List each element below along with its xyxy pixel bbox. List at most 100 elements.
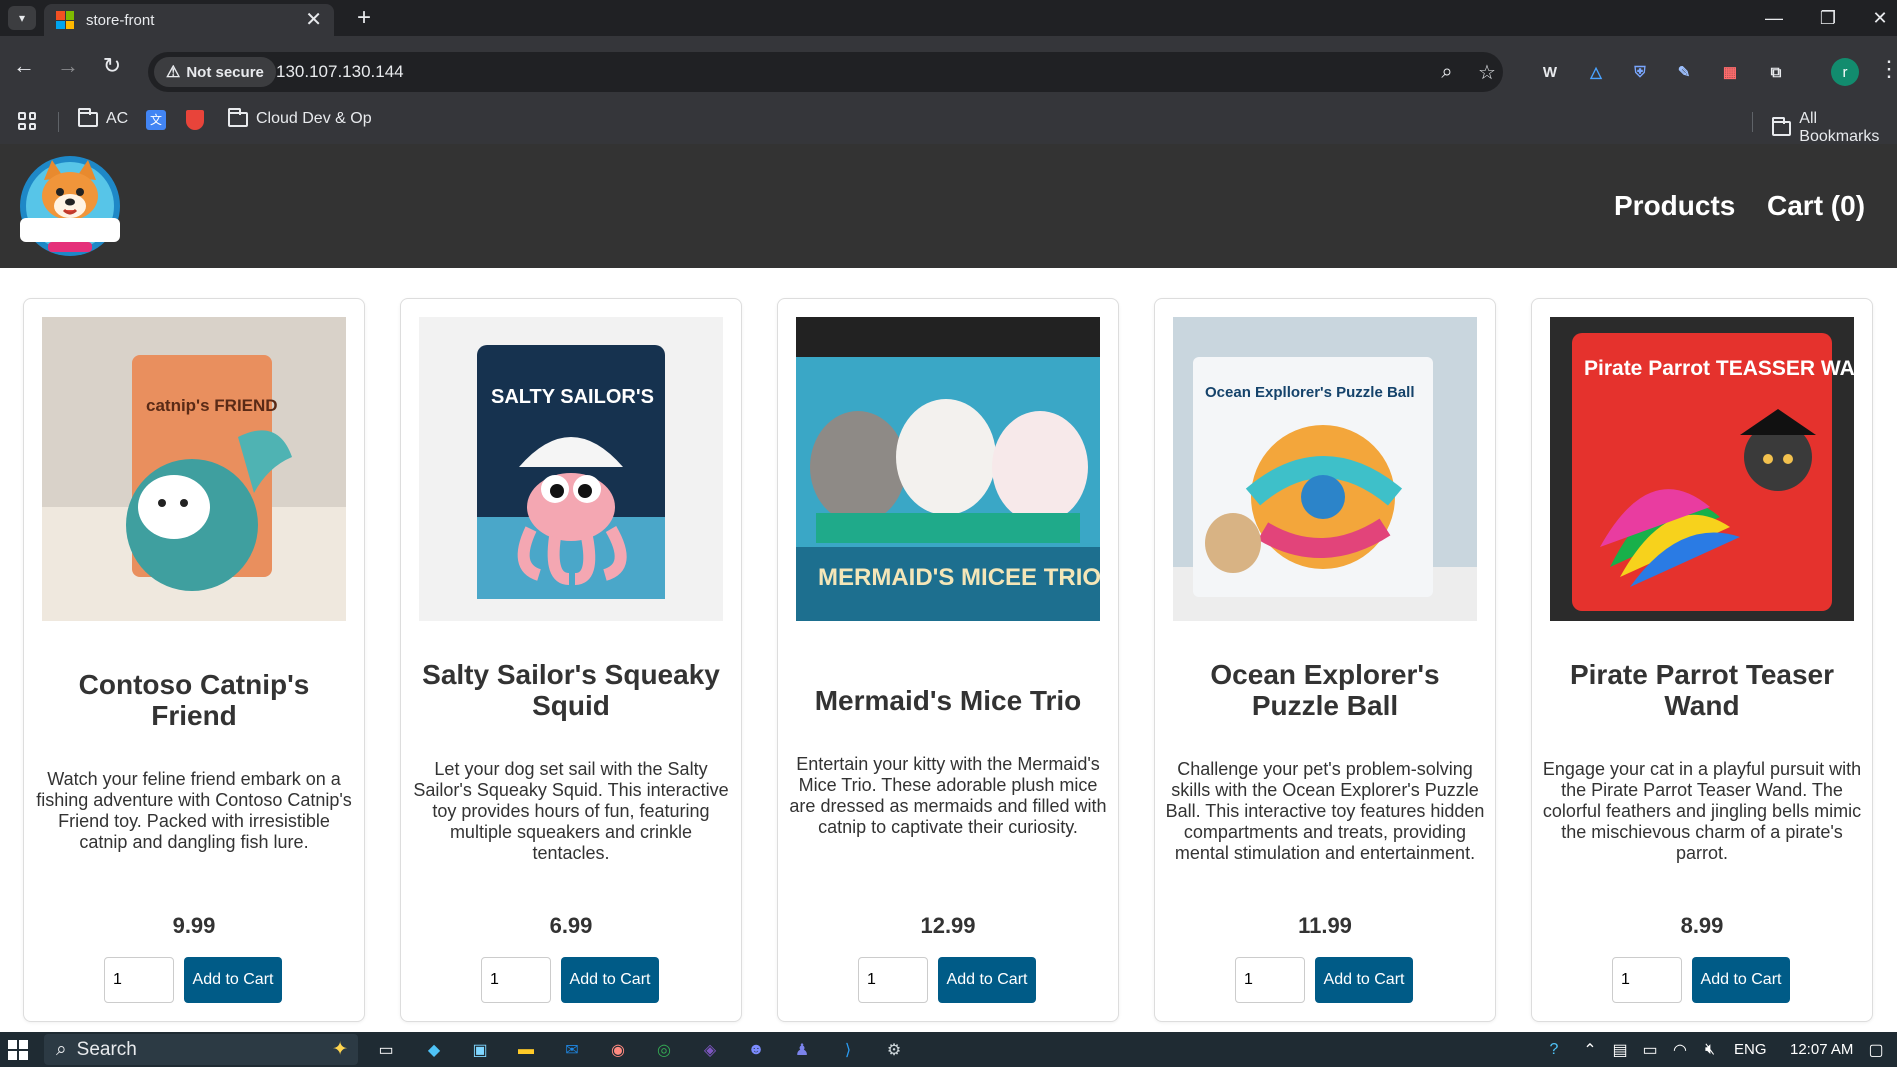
browser-tab-bar: ▾ store-front ✕ + — ❐ ✕ [0,0,1897,36]
battery-icon[interactable]: ▭ [1636,1036,1664,1064]
teams-icon[interactable]: ♟ [788,1036,816,1064]
quantity-input[interactable] [858,957,928,1003]
package-text: Pirate Parrot TEASSER WAND [1584,357,1854,380]
warning-triangle-icon: ⚠ [166,64,181,81]
more-menu-icon[interactable]: ⋮ [1878,56,1897,82]
app-badge-icon[interactable]: ◈ [696,1036,724,1064]
copilot-sparkle-icon: ✦ [332,1039,348,1060]
nav-cart[interactable]: Cart (0) [1767,190,1865,222]
product-info: Contoso Catnip's Friend Watch your felin… [34,621,354,901]
taskbar-search-label: Search [76,1038,137,1060]
product-price: 11.99 [1298,913,1352,938]
chrome-icon[interactable]: ◎ [650,1036,678,1064]
quantity-input[interactable] [1612,957,1682,1003]
task-view-icon[interactable]: ▭ [372,1036,400,1064]
package-text: MERMAID'S MICEE TRIO [818,564,1100,591]
product-image[interactable]: Ocean Expllorer's Puzzle Ball [1173,317,1477,621]
wifi-icon[interactable]: ◠ [1666,1036,1694,1064]
extension-triangle-icon[interactable]: △ [1582,58,1610,86]
product-description: Engage your cat in a playful pursuit wit… [1542,758,1862,863]
browser-tab[interactable]: store-front ✕ [44,4,334,36]
folder-icon [1772,116,1792,136]
browser-toolbar: ← → ↻ ⚠ Not secure 130.107.130.144 ⌕ ☆ W… [0,36,1897,108]
product-description: Watch your feline friend embark on a fis… [36,769,352,852]
bookmark-translate[interactable]: 文 [146,110,166,130]
url-text[interactable]: 130.107.130.144 [276,62,404,82]
new-tab-button[interactable]: + [350,4,378,32]
windows-start-icon[interactable] [8,1040,28,1060]
bookmark-star-icon[interactable]: ☆ [1474,59,1500,85]
taskbar-search[interactable]: ⌕ Search ✦ [44,1034,358,1065]
contoso-pet-store-logo[interactable] [14,152,126,260]
clock[interactable]: 12:07 AM [1790,1041,1853,1058]
translate-icon: 文 [146,110,166,130]
product-description: Challenge your pet's problem-solving ski… [1165,758,1485,863]
bookmark-separator [1752,112,1753,132]
product-image[interactable]: catnip's FRIEND [42,317,346,621]
vscode-icon[interactable]: ⟩ [834,1036,862,1064]
outlook-icon[interactable]: ✉ [558,1036,586,1064]
add-to-cart-button[interactable]: Add to Cart [1315,957,1413,1003]
microsoft-favicon-icon [56,11,74,29]
close-window-icon[interactable]: ✕ [1858,4,1897,32]
product-price: 6.99 [549,913,593,938]
file-explorer-icon[interactable]: ▬ [512,1036,540,1064]
product-image[interactable]: Pirate Parrot TEASSER WAND [1550,317,1854,621]
address-bar[interactable]: ⚠ Not secure 130.107.130.144 ⌕ ☆ [148,52,1503,92]
bookmark-ac[interactable]: AC [78,107,129,128]
security-label: Not secure [186,63,264,81]
extensions-puzzle-icon[interactable]: ⧉ [1762,58,1790,86]
product-description: Let your dog set sail with the Salty Sai… [413,758,729,863]
quantity-input[interactable] [1235,957,1305,1003]
app-terminal-icon[interactable]: ▣ [466,1036,494,1064]
package-text: SALTY SAILOR'S [491,386,654,408]
forward-arrow-icon[interactable]: → [52,50,84,82]
app-icon[interactable]: ◉ [604,1036,632,1064]
bookmarks-bar: AC 文 Cloud Dev & Op All Bookmarks [0,100,1897,146]
product-card: Ocean Expllorer's Puzzle Ball Ocean Expl… [1154,298,1496,1022]
tab-close-icon[interactable]: ✕ [305,10,322,30]
security-indicator[interactable]: ⚠ Not secure [154,57,276,87]
app-circle-icon[interactable]: ⚙ [880,1036,908,1064]
quantity-input[interactable] [104,957,174,1003]
back-arrow-icon[interactable]: ← [8,50,40,82]
add-to-cart-button[interactable]: Add to Cart [938,957,1036,1003]
product-image[interactable]: MERMAID'S MICEE TRIO [796,317,1100,621]
all-bookmarks[interactable]: All Bookmarks [1772,110,1897,146]
add-to-cart-button[interactable]: Add to Cart [1692,957,1790,1003]
bookmark-label: AC [106,110,129,127]
profile-avatar[interactable]: r [1831,58,1859,86]
extension-shield-icon[interactable]: ⛨ [1626,58,1654,86]
add-to-cart-button[interactable]: Add to Cart [561,957,659,1003]
notifications-icon[interactable]: ▢ [1862,1036,1890,1064]
extension-calendar-icon[interactable]: ▦ [1716,58,1744,86]
tray-app-icon[interactable]: ▤ [1606,1036,1634,1064]
tab-search-button[interactable]: ▾ [8,6,36,30]
minimize-icon[interactable]: — [1752,4,1796,32]
package-text: Ocean Expllorer's Puzzle Ball [1205,384,1414,401]
restore-icon[interactable]: ❐ [1806,4,1850,32]
discord-icon[interactable]: ☻ [742,1036,770,1064]
search-icon: ⌕ [56,1038,67,1060]
site-header: Products Cart (0) [0,144,1897,268]
zoom-icon[interactable]: ⌕ [1434,59,1460,85]
bookmark-cloud-dev[interactable]: Cloud Dev & Op [228,107,372,128]
reload-icon[interactable]: ↻ [96,50,128,82]
tray-chevron-up-icon[interactable]: ⌃ [1576,1036,1604,1064]
volume-muted-icon[interactable]: 🔇︎ [1696,1036,1724,1064]
product-name: Salty Sailor's Squeaky Squid [422,658,720,721]
nav-products[interactable]: Products [1614,190,1735,222]
product-image[interactable]: SALTY SAILOR'S [419,317,723,621]
copilot-icon[interactable]: ◆ [420,1036,448,1064]
add-to-cart-button[interactable]: Add to Cart [184,957,282,1003]
chevron-down-icon: ▾ [18,11,26,25]
language-indicator[interactable]: ENG [1734,1041,1767,1058]
extension-pen-icon[interactable]: ✎ [1670,58,1698,86]
bookmark-separator [58,112,59,132]
help-icon[interactable]: ? [1540,1036,1568,1064]
bookmark-shield[interactable] [186,110,204,130]
windows-taskbar: ⌕ Search ✦ ▭ ◆ ▣ ▬ ✉ ◉ ◎ ◈ ☻ ♟ ⟩ ⚙ ? ⌃ ▤… [0,1032,1897,1067]
apps-grid-icon[interactable] [18,112,36,130]
extension-w-icon[interactable]: W [1536,58,1564,86]
quantity-input[interactable] [481,957,551,1003]
